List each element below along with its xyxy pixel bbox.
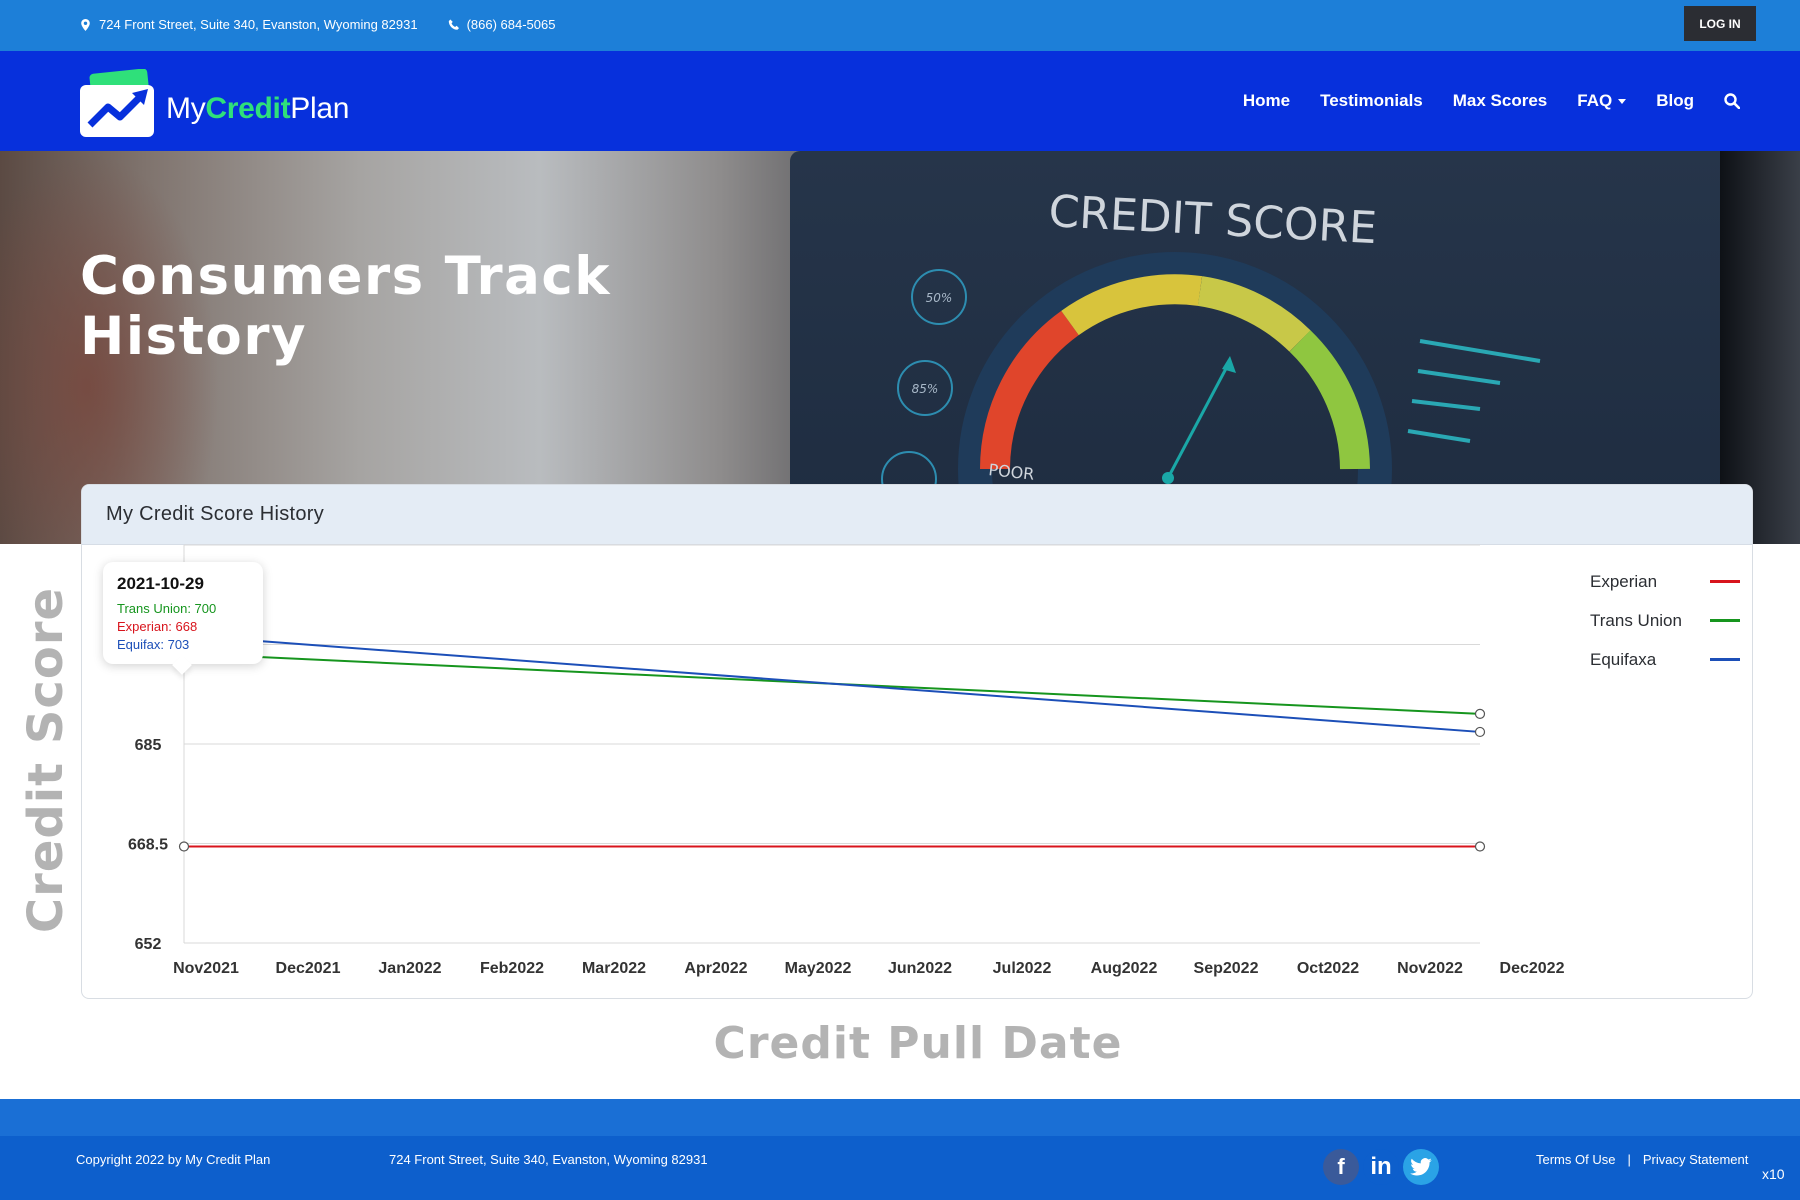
x-tick-label-jul2022: Jul2022: [993, 960, 1052, 977]
linkedin-icon[interactable]: in: [1363, 1149, 1399, 1185]
legend-label-equifax: Equifaxa: [1590, 649, 1657, 669]
x-tick-label-may2022: May2022: [785, 960, 852, 977]
main-navbar: MyCreditPlan Home Testimonials Max Score…: [0, 51, 1800, 151]
facebook-icon[interactable]: f: [1323, 1149, 1359, 1185]
x-tick-label-jan2022: Jan2022: [378, 960, 441, 977]
series-line-equifaxa: [183, 634, 1481, 733]
brand-name: MyCreditPlan: [166, 92, 350, 125]
y-axis-title: Credit Score: [18, 586, 74, 934]
nav-item-blog[interactable]: Blog: [1656, 91, 1694, 111]
tooltip-row-experian: Experian: 668: [117, 619, 198, 634]
footer-social-links: f in: [1323, 1149, 1439, 1185]
footer-copyright: Copyright 2022 by My Credit Plan: [76, 1152, 271, 1167]
privacy-link[interactable]: Privacy Statement: [1643, 1152, 1749, 1167]
hero-gauge-label: POOR: [988, 460, 1036, 484]
series-point-equifaxa-1: [1474, 726, 1486, 738]
chart-legend: Experian Trans Union Equifaxa: [1590, 562, 1740, 679]
x-tick-label-dec2021: Dec2021: [276, 960, 341, 977]
nav-item-testimonials[interactable]: Testimonials: [1320, 91, 1423, 111]
legend-label-transunion: Trans Union: [1590, 610, 1682, 630]
x-tick-label-sep2022: Sep2022: [1194, 960, 1259, 977]
phone-icon: [448, 19, 459, 30]
footer-link-separator: |: [1627, 1152, 1631, 1167]
legend-item-experian[interactable]: Experian: [1590, 562, 1740, 601]
login-button[interactable]: LOG IN: [1684, 6, 1756, 41]
x-tick-label-jun2022: Jun2022: [888, 960, 952, 977]
top-address: 724 Front Street, Suite 340, Evanston, W…: [99, 17, 418, 32]
twitter-icon[interactable]: [1403, 1149, 1439, 1185]
x-axis-title: Credit Pull Date: [713, 1018, 1123, 1069]
legend-label-experian: Experian: [1590, 571, 1658, 591]
top-contact-bar: 724 Front Street, Suite 340, Evanston, W…: [0, 0, 1800, 51]
series-point-experian-0: [178, 841, 190, 852]
y-tick-label-1: 668.5: [128, 837, 168, 854]
tooltip-date: 2021-10-29: [117, 574, 204, 593]
nav-item-faq[interactable]: FAQ: [1577, 91, 1627, 111]
x-tick-label-apr2022: Apr2022: [684, 960, 747, 977]
brand-logo[interactable]: MyCreditPlan: [80, 69, 349, 137]
legend-swatch-experian: [1710, 580, 1740, 583]
x-tick-label-nov2022: Nov2022: [1397, 960, 1463, 977]
y-tick-label-0: 652: [135, 936, 162, 953]
footer-address: 724 Front Street, Suite 340, Evanston, W…: [389, 1152, 708, 1167]
nav-item-max-scores[interactable]: Max Scores: [1453, 91, 1548, 111]
contact-info: 724 Front Street, Suite 340, Evanston, W…: [80, 17, 555, 32]
hero-bubble-50: 50%: [926, 291, 953, 305]
zoom-indicator: x10: [1762, 1166, 1785, 1182]
terms-link[interactable]: Terms Of Use: [1536, 1152, 1615, 1167]
footer-band: [0, 1099, 1800, 1136]
tooltip-row-transunion: Trans Union: 700: [117, 601, 217, 616]
caret-down-icon: [1618, 98, 1627, 104]
credit-history-card: My Credit Score History 652668.5685701.5…: [81, 484, 1753, 999]
top-phone[interactable]: (866) 684-5065: [467, 17, 556, 32]
footer-legal-links: Terms Of Use | Privacy Statement: [1536, 1152, 1748, 1167]
x-tick-label-mar2022: Mar2022: [582, 960, 646, 977]
legend-swatch-transunion: [1710, 619, 1740, 622]
series-point-trans-union-1: [1474, 708, 1486, 719]
tooltip-row-equifax: Equifax: 703: [117, 637, 190, 652]
legend-item-transunion[interactable]: Trans Union: [1590, 601, 1740, 640]
map-pin-icon: [81, 18, 90, 31]
hero-title: Consumers Track History: [80, 246, 612, 367]
hero-image-heading: CREDIT SCORE: [1047, 186, 1378, 254]
x-tick-label-feb2022: Feb2022: [480, 960, 544, 977]
legend-swatch-equifax: [1710, 658, 1740, 661]
chart-tooltip: 2021-10-29 Trans Union: 700 Experian: 66…: [103, 562, 263, 664]
nav-item-home[interactable]: Home: [1243, 91, 1290, 111]
primary-nav: Home Testimonials Max Scores FAQ Blog: [1243, 91, 1740, 111]
hero-bubble-85: 85%: [912, 382, 939, 396]
nav-item-faq-label: FAQ: [1577, 91, 1613, 110]
x-tick-label-aug2022: Aug2022: [1091, 960, 1158, 977]
series-point-experian-1: [1474, 841, 1486, 852]
x-tick-label-nov2021: Nov2021: [173, 960, 239, 977]
nav-search-button[interactable]: [1724, 93, 1740, 109]
site-footer: Copyright 2022 by My Credit Plan 724 Fro…: [0, 1136, 1800, 1200]
logo-chart-icon: [80, 69, 154, 137]
credit-score-line-chart: 652668.5685701.5Nov2021Dec2021Jan2022Feb…: [128, 544, 1565, 977]
x-tick-label-dec2022: Dec2022: [1500, 960, 1565, 977]
y-tick-label-2: 685: [135, 737, 162, 754]
legend-item-equifax[interactable]: Equifaxa: [1590, 640, 1740, 679]
x-tick-label-oct2022: Oct2022: [1297, 960, 1359, 977]
search-icon: [1724, 93, 1740, 109]
